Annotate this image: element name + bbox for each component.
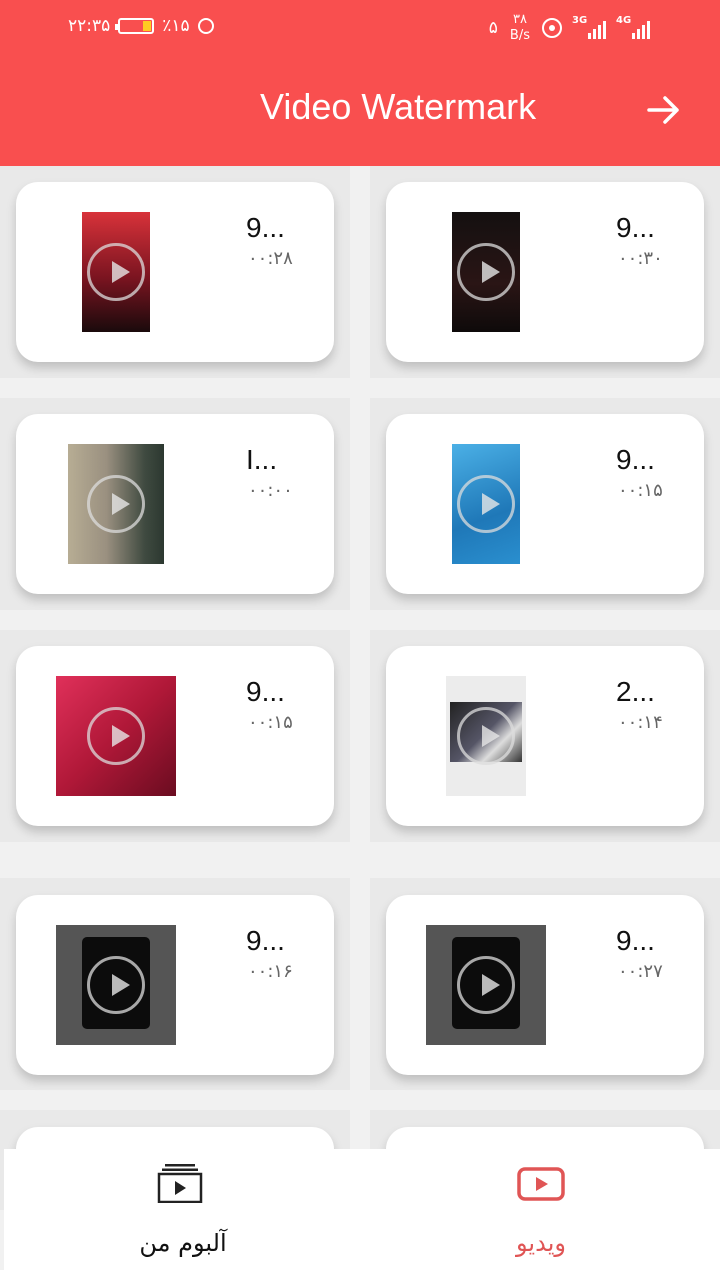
nav-album[interactable]: آلبوم من xyxy=(4,1149,362,1270)
video-name: 9... xyxy=(616,444,655,475)
video-thumbnail xyxy=(56,676,176,796)
network-speed-value: ۳۸ xyxy=(512,12,527,27)
clock: ۲۲:۳۵ xyxy=(68,16,111,36)
video-duration: ۰۰:۱۵ xyxy=(248,712,293,733)
video-name: 9... xyxy=(616,212,655,243)
album-icon xyxy=(157,1164,203,1203)
video-name: 9... xyxy=(246,212,285,243)
play-icon xyxy=(87,956,145,1014)
battery-level: ٪۱۵ xyxy=(162,16,190,36)
video-card[interactable]: 9... ۰۰:۱۵ xyxy=(16,646,334,826)
video-card[interactable]: 9... ۰۰:۱۵ xyxy=(386,414,704,594)
play-icon xyxy=(457,243,515,301)
hotspot-icon xyxy=(542,18,562,38)
video-duration: ۰۰:۰۰ xyxy=(248,480,293,501)
video-name: 9... xyxy=(246,676,285,707)
video-card[interactable]: 9... ۰۰:۱۶ xyxy=(16,895,334,1075)
video-card[interactable]: I... ۰۰:۰۰ xyxy=(16,414,334,594)
video-card[interactable]: 2... ۰۰:۱۴ xyxy=(386,646,704,826)
video-name: 9... xyxy=(616,925,655,956)
battery-icon xyxy=(115,18,155,34)
video-thumbnail xyxy=(452,444,520,564)
video-name: 2... xyxy=(616,676,655,707)
nav-video[interactable]: ویدیو xyxy=(362,1149,720,1270)
network-speed: ۳۸ B/s xyxy=(510,12,530,44)
network-speed-unit: B/s xyxy=(509,28,530,43)
nav-album-label: آلبوم من xyxy=(139,1229,227,1257)
play-icon xyxy=(457,475,515,533)
play-icon xyxy=(87,707,145,765)
signal-3g-label: 3G xyxy=(572,15,588,26)
page-title: Video Watermark xyxy=(260,86,537,127)
play-icon xyxy=(457,956,515,1014)
app-bar: ۲۲:۳۵ ٪۱۵ ۵ ۳۸ B/s 3G 4G Video Watermark xyxy=(0,0,720,166)
play-icon xyxy=(87,475,145,533)
notification-count: ۵ xyxy=(488,18,498,38)
video-card[interactable]: 9... ۰۰:۲۷ xyxy=(386,895,704,1075)
video-duration: ۰۰:۱۴ xyxy=(618,712,663,733)
video-thumbnail xyxy=(446,676,526,796)
play-icon xyxy=(457,707,515,765)
signal-4g-icon: 4G xyxy=(616,15,650,39)
video-duration: ۰۰:۲۷ xyxy=(618,961,663,982)
video-duration: ۰۰:۲۸ xyxy=(248,248,293,269)
signal-3g-icon: 3G xyxy=(572,15,606,39)
video-play-icon xyxy=(517,1167,565,1201)
video-thumbnail xyxy=(56,925,176,1045)
video-duration: ۰۰:۱۵ xyxy=(618,480,663,501)
signal-4g-label: 4G xyxy=(616,15,632,26)
play-icon xyxy=(87,243,145,301)
video-duration: ۰۰:۱۶ xyxy=(248,961,293,982)
arrow-right-icon[interactable] xyxy=(646,92,682,128)
video-duration: ۰۰:۳۰ xyxy=(618,248,663,269)
status-bar: ۲۲:۳۵ ٪۱۵ ۵ ۳۸ B/s 3G 4G xyxy=(0,12,720,46)
video-name: 9... xyxy=(246,925,285,956)
video-card[interactable]: 9... ۰۰:۲۸ xyxy=(16,182,334,362)
video-card[interactable]: 9... ۰۰:۳۰ xyxy=(386,182,704,362)
video-name: I... xyxy=(246,444,278,475)
alarm-icon xyxy=(197,18,214,34)
video-thumbnail xyxy=(82,212,150,332)
video-thumbnail xyxy=(452,212,520,332)
video-thumbnail xyxy=(426,925,546,1045)
nav-video-label: ویدیو xyxy=(516,1229,566,1257)
bottom-navigation: آلبوم من ویدیو xyxy=(4,1149,720,1270)
video-thumbnail xyxy=(68,444,164,564)
